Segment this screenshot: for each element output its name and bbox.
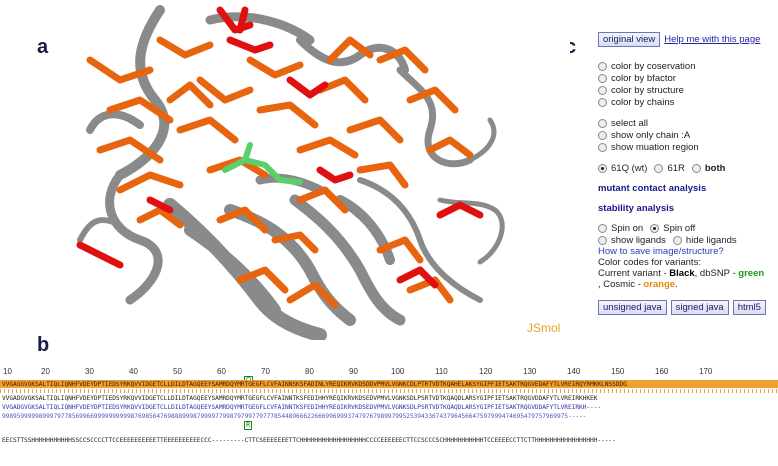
ruler-tick: 60 bbox=[217, 367, 226, 376]
signed-java-button[interactable]: signed java bbox=[670, 300, 729, 315]
variant-both-label: both bbox=[704, 162, 726, 174]
show-ligands-label: show ligands bbox=[611, 234, 666, 246]
ligand-selector: show ligands hide ligands bbox=[598, 234, 774, 246]
spin-on-label: Spin on bbox=[611, 222, 644, 234]
sequence-line-structure: VVGADGVGKSALTIQLIQNHFVDEYDPTIEDSYRKQVVID… bbox=[2, 404, 602, 411]
variant-wt-radio[interactable] bbox=[598, 163, 607, 173]
show-mutation-region-option[interactable]: show muation region bbox=[598, 141, 774, 153]
mutation-residue-marker: R bbox=[244, 421, 253, 430]
ruler-tick: 40 bbox=[129, 367, 138, 376]
ruler-tick: 80 bbox=[305, 367, 314, 376]
color-option-bfactor[interactable]: color by bfactor bbox=[598, 72, 774, 84]
panel-label-b: b bbox=[37, 334, 50, 356]
spin-selector: Spin on Spin off bbox=[598, 222, 774, 234]
radio-icon[interactable] bbox=[598, 118, 607, 128]
sequence-line-cosmic: VVGAGGVGKSALTIQLIQNHFVDEYDPTIEDSYRKQVVID… bbox=[2, 381, 627, 388]
panel-label-a: a bbox=[37, 36, 49, 58]
ruler-tick: 10 bbox=[3, 367, 12, 376]
stability-analysis-link[interactable]: stability analysis bbox=[598, 203, 774, 214]
help-link[interactable]: Help me with this page bbox=[664, 34, 760, 45]
ruler-tick: 170 bbox=[699, 367, 713, 376]
variant-both-radio[interactable] bbox=[691, 163, 701, 173]
hide-ligands-label: hide ligands bbox=[685, 234, 737, 246]
radio-icon[interactable] bbox=[598, 61, 607, 71]
color-option-structure[interactable]: color by structure bbox=[598, 84, 774, 96]
conservation-ticks bbox=[0, 389, 778, 393]
ruler-tick: 140 bbox=[567, 367, 581, 376]
sequence-panel: 10 20 30 40 50 60 70 80 90 100 110 120 1… bbox=[0, 362, 778, 466]
radio-icon[interactable] bbox=[598, 130, 607, 140]
html5-button[interactable]: html5 bbox=[732, 300, 766, 315]
protein-structure-render[interactable] bbox=[60, 0, 570, 340]
radio-icon[interactable] bbox=[598, 85, 607, 95]
control-panel: original view Help me with this page col… bbox=[598, 31, 774, 315]
sequence-ruler: 10 20 30 40 50 60 70 80 90 100 110 120 1… bbox=[0, 367, 778, 385]
variant-selector: 61Q (wt) 61R both bbox=[598, 162, 774, 174]
variant-wt-label: 61Q (wt) bbox=[611, 162, 648, 174]
color-codes-legend: Current variant - Black, dbSNP - green, … bbox=[598, 268, 765, 290]
ruler-tick: 130 bbox=[523, 367, 537, 376]
jsmol-watermark: JSmol bbox=[527, 321, 561, 335]
hide-ligands-radio[interactable] bbox=[672, 235, 682, 245]
ruler-tick: 150 bbox=[611, 367, 625, 376]
spin-off-label: Spin off bbox=[663, 222, 696, 234]
variant-mut-label: 61R bbox=[667, 162, 685, 174]
show-ligands-radio[interactable] bbox=[598, 235, 607, 245]
color-option-chains[interactable]: color by chains bbox=[598, 96, 774, 108]
current-variant-color: Black bbox=[669, 268, 695, 279]
color-codes-title: Color codes for variants: bbox=[598, 257, 701, 268]
ruler-tick: 110 bbox=[435, 367, 448, 376]
ruler-tick: 160 bbox=[655, 367, 669, 376]
ruler-tick: 70 bbox=[261, 367, 270, 376]
spin-off-radio[interactable] bbox=[650, 223, 660, 233]
variant-mut-radio[interactable] bbox=[654, 163, 664, 173]
cosmic-color: orange bbox=[643, 279, 676, 290]
color-option-conservation[interactable]: color by coservation bbox=[598, 60, 774, 72]
radio-icon[interactable] bbox=[598, 73, 607, 83]
ruler-tick: 120 bbox=[479, 367, 493, 376]
select-all-option[interactable]: select all bbox=[598, 117, 774, 129]
spin-on-radio[interactable] bbox=[598, 223, 607, 233]
sequence-line-secondary-structure: EECSTTSSHHHHHHHHHHHSSCCSCCCCTTCCEEEEEEEE… bbox=[2, 437, 616, 444]
ruler-tick: 30 bbox=[85, 367, 94, 376]
radio-icon[interactable] bbox=[598, 97, 607, 107]
sequence-line-conservation: 9989599999899979778569966999999999987698… bbox=[2, 413, 587, 420]
unsigned-java-button[interactable]: unsigned java bbox=[598, 300, 667, 315]
save-image-help-link[interactable]: How to save image/structure? bbox=[598, 246, 774, 257]
show-chain-a-option[interactable]: show only chain :A bbox=[598, 129, 774, 141]
ruler-tick: 20 bbox=[41, 367, 50, 376]
ruler-tick: 50 bbox=[173, 367, 182, 376]
radio-icon[interactable] bbox=[598, 142, 607, 152]
ruler-tick: 100 bbox=[391, 367, 405, 376]
mutant-contact-analysis-link[interactable]: mutant contact analysis bbox=[598, 183, 774, 194]
original-view-button[interactable]: original view bbox=[598, 31, 661, 47]
sequence-line-native: VVGADGVGKSALTIQLIQNHFVDEYDPTIEDSYRKQVVID… bbox=[2, 395, 598, 402]
molecule-viewer[interactable] bbox=[60, 0, 570, 340]
ruler-tick: 90 bbox=[349, 367, 358, 376]
dbsnp-color: green bbox=[738, 268, 765, 279]
